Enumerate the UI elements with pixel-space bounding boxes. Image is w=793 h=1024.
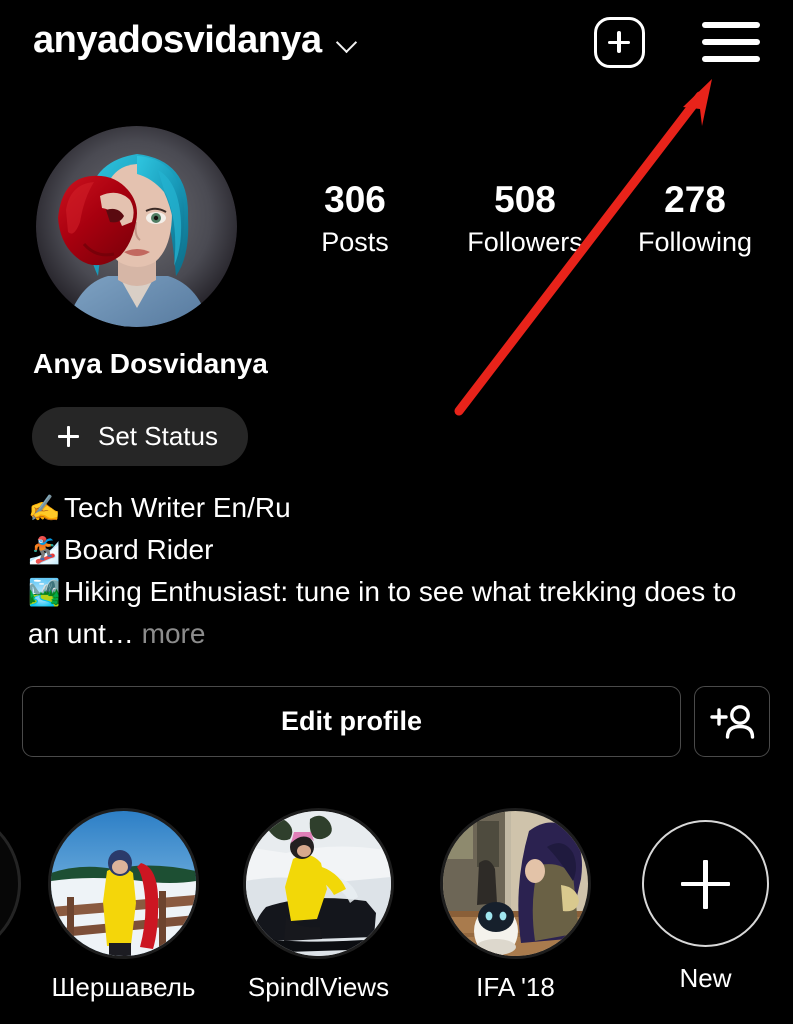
username-switcher[interactable]: anyadosvidanya [33, 17, 358, 63]
bio-line-3: 🏞️ Hiking Enthusiast: tune in to see what… [28, 571, 758, 654]
bio-text: ✍️ Tech Writer En/Ru 🏂 Board Rider 🏞️ Hikin… [28, 487, 758, 654]
highlight-partial-offscreen[interactable] [0, 808, 21, 959]
highlight-label: IFA '18 [476, 972, 555, 1002]
highlight-thumbnail [48, 808, 199, 959]
chevron-down-icon[interactable] [336, 33, 358, 55]
profile-stats: 306 Posts 508 Followers 278 Following [270, 178, 780, 262]
set-status-label: Set Status [98, 421, 218, 451]
full-name: Anya Dosvidanya [33, 348, 268, 379]
followers-label: Followers [467, 227, 583, 257]
highlight-new[interactable]: New [630, 808, 781, 994]
bio-line-1: ✍️ Tech Writer En/Ru [28, 487, 758, 529]
followers-count: 508 [494, 179, 556, 220]
set-status-button[interactable]: Set Status [32, 407, 248, 466]
plus-icon [58, 426, 79, 447]
new-highlight-label: New [679, 963, 732, 993]
following-label: Following [637, 227, 753, 257]
hamburger-bar [702, 56, 760, 62]
posts-count: 306 [324, 179, 386, 220]
hamburger-bar [702, 39, 760, 45]
top-bar: anyadosvidanya [0, 0, 793, 90]
add-person-button[interactable] [694, 686, 770, 757]
bio-line-1-text: Tech Writer En/Ru [64, 492, 291, 523]
plus-square-icon[interactable] [594, 17, 645, 68]
instagram-profile-screen: anyadosvidanya 306 Posts 508 Followers 2… [0, 0, 793, 1024]
stat-followers[interactable]: 508 Followers [445, 178, 605, 262]
story-highlights: Шершавель SpindlViews IFA '18 New [0, 808, 793, 1024]
bio-line-2-text: Board Rider [64, 534, 214, 565]
national-park-emoji: 🏞️ [28, 577, 61, 607]
hamburger-menu-icon[interactable] [702, 18, 760, 66]
hamburger-bar [702, 22, 760, 28]
following-count: 278 [664, 179, 726, 220]
avatar[interactable] [36, 126, 237, 327]
add-person-icon [710, 705, 755, 739]
highlight-thumbnail [440, 808, 591, 959]
highlight-item[interactable]: Шершавель [48, 808, 199, 1003]
bio-more-link[interactable]: more [142, 618, 206, 649]
stat-following[interactable]: 278 Following [615, 178, 775, 262]
highlight-thumbnail [243, 808, 394, 959]
edit-profile-button[interactable]: Edit profile [22, 686, 681, 757]
stat-posts[interactable]: 306 Posts [275, 178, 435, 262]
highlight-item[interactable]: IFA '18 [440, 808, 591, 1003]
plus-icon [642, 820, 769, 947]
snowboarder-emoji: 🏂 [28, 535, 61, 565]
bio-line-2: 🏂 Board Rider [28, 529, 758, 571]
highlight-label: Шершавель [51, 972, 196, 1002]
username-label: anyadosvidanya [33, 19, 322, 61]
posts-label: Posts [321, 227, 389, 257]
highlight-label: SpindlViews [247, 972, 390, 1002]
highlight-item[interactable]: SpindlViews [243, 808, 394, 1003]
bio-line-3-text: Hiking Enthusiast: tune in to see what t… [28, 576, 737, 649]
writing-hand-emoji: ✍️ [28, 493, 61, 523]
